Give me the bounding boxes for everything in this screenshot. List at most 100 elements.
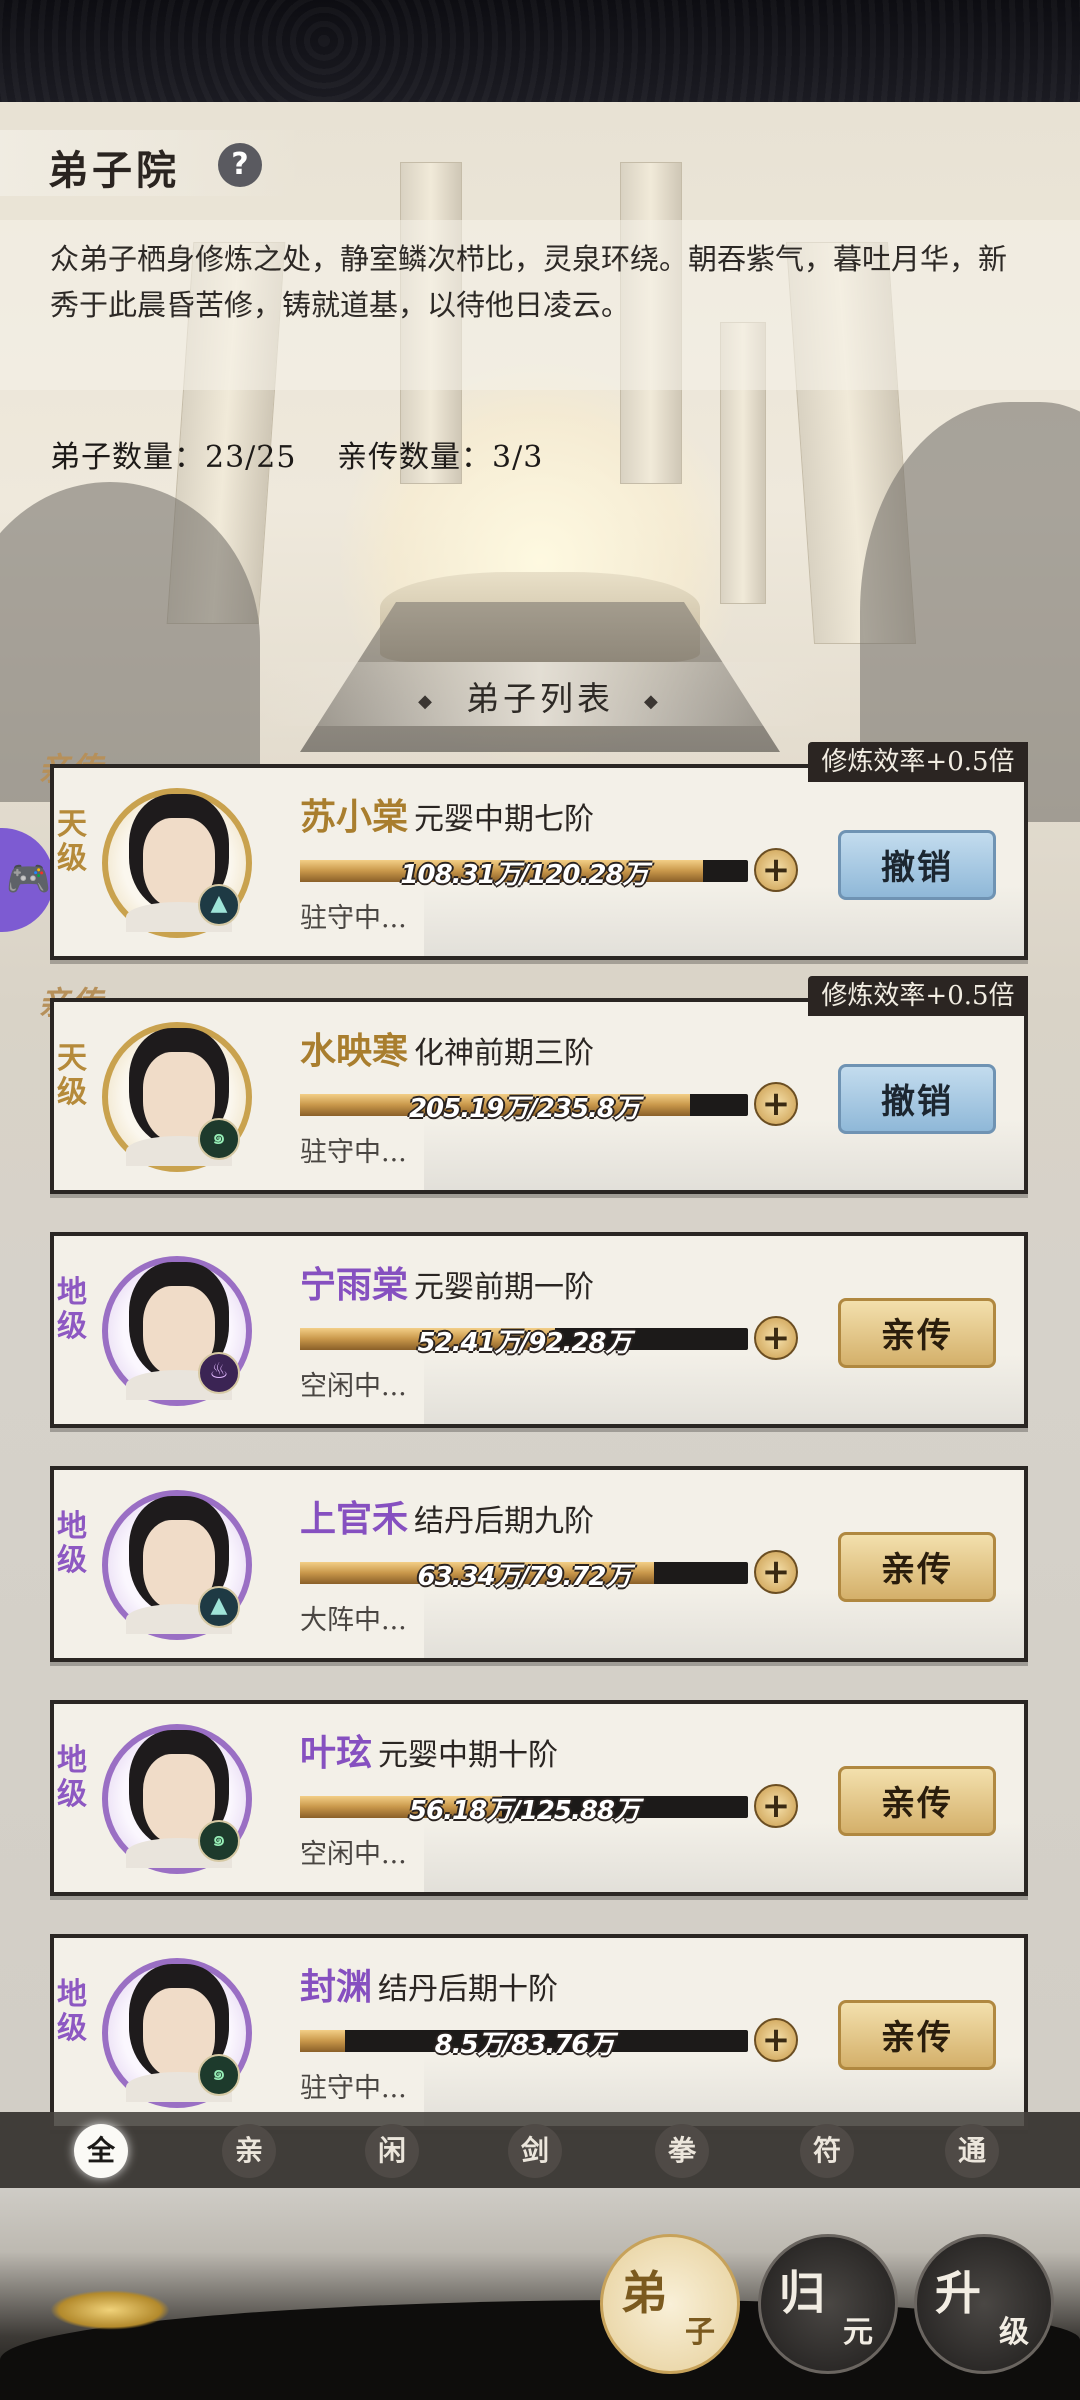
- question-icon[interactable]: ?: [218, 143, 262, 187]
- disciple-name: 封渊 结丹后期十阶: [300, 1958, 558, 2010]
- disciple-name-text: 叶玹: [300, 1732, 373, 1774]
- nav-main-char: 归: [779, 2266, 825, 2320]
- disciple-avatar[interactable]: ๑: [102, 1724, 252, 1874]
- cultivation-progress-bar: 63.34万/79.72万: [300, 1562, 748, 1592]
- cultivation-progress-bar: 52.41万/92.28万: [300, 1328, 748, 1358]
- gamepad-icon: 🎮: [6, 859, 51, 900]
- make-core-button[interactable]: 亲传: [838, 2000, 996, 2070]
- disciple-name-text: 宁雨棠: [300, 1264, 409, 1306]
- nav-main-char: 弟: [621, 2266, 667, 2320]
- disciple-avatar[interactable]: ▲: [102, 788, 252, 938]
- disciple-name-text: 上官禾: [300, 1498, 409, 1540]
- disciple-name-text: 封渊: [300, 1966, 373, 2008]
- disciple-card[interactable]: ๑ 地级 叶玹 元婴中期十阶 56.18万/125.88万 + 空闲中... 亲传: [50, 1700, 1028, 1896]
- disciple-card[interactable]: ▲ 地级 上官禾 结丹后期九阶 63.34万/79.72万 + 大阵中... 亲传: [50, 1466, 1028, 1662]
- disciple-card[interactable]: ๑ 天级 水映寒 化神前期三阶 205.19万/235.8万 + 驻守中... 撤销: [50, 998, 1028, 1194]
- make-core-button[interactable]: 亲传: [838, 1298, 996, 1368]
- progress-text: 205.19万/235.8万: [408, 1094, 640, 1124]
- disciple-status: 大阵中...: [300, 1605, 407, 1636]
- water-element-icon: ▲: [198, 884, 240, 926]
- grade-label: 天级: [57, 1041, 87, 1110]
- grade-label: 天级: [57, 807, 87, 876]
- filter-chip[interactable]: 亲: [222, 2124, 276, 2178]
- grade-label: 地级: [57, 1509, 87, 1578]
- count-summary: 弟子数量：23/25 亲传数量：3/3: [50, 432, 573, 476]
- disciple-status: 驻守中...: [300, 903, 407, 934]
- cultivation-realm: 结丹后期九阶: [414, 1504, 595, 1539]
- progress-text: 63.34万/79.72万: [417, 1562, 632, 1592]
- filter-chip[interactable]: 剑: [508, 2124, 562, 2178]
- core-disciple-count: 亲传数量：3/3: [337, 440, 544, 475]
- top-status-area: [0, 0, 1080, 102]
- cultivation-realm: 化神前期三阶: [414, 1036, 595, 1071]
- filter-chip[interactable]: 通: [945, 2124, 999, 2178]
- section-title: 弟子列表: [0, 672, 1080, 720]
- upgrade-nav-button[interactable]: 升级: [914, 2234, 1054, 2374]
- progress-text: 56.18万/125.88万: [408, 1796, 640, 1826]
- disciple-status: 驻守中...: [300, 1137, 407, 1168]
- cultivation-progress-bar: 8.5万/83.76万: [300, 2030, 748, 2060]
- disciple-avatar[interactable]: ▲: [102, 1490, 252, 1640]
- revoke-button[interactable]: 撤销: [838, 830, 996, 900]
- disciple-card[interactable]: ๑ 地级 封渊 结丹后期十阶 8.5万/83.76万 + 驻守中... 亲传: [50, 1934, 1028, 2130]
- disciple-name: 叶玹 元婴中期十阶: [300, 1724, 558, 1776]
- nav-sub-char: 子: [685, 2315, 715, 2350]
- disciple-status: 空闲中...: [300, 1371, 407, 1402]
- cultivation-realm: 元婴中期七阶: [414, 802, 595, 837]
- disciple-avatar[interactable]: ๑: [102, 1022, 252, 1172]
- disciple-name: 苏小棠 元婴中期七阶: [300, 788, 594, 840]
- fire-element-icon: ♨: [198, 1352, 240, 1394]
- golden-cloud-logo: [50, 2290, 170, 2330]
- wind-element-icon: ๑: [198, 2054, 240, 2096]
- grade-label: 地级: [57, 1275, 87, 1344]
- nav-sub-char: 级: [999, 2315, 1029, 2350]
- add-cultivation-button[interactable]: +: [754, 1784, 798, 1828]
- add-cultivation-button[interactable]: +: [754, 848, 798, 892]
- nav-main-char: 升: [935, 2266, 981, 2320]
- disciple-name-text: 苏小棠: [300, 796, 409, 838]
- revoke-button[interactable]: 撤销: [838, 1064, 996, 1134]
- disciple-avatar[interactable]: ๑: [102, 1958, 252, 2108]
- disciple-avatar[interactable]: ♨: [102, 1256, 252, 1406]
- disciple-card[interactable]: ♨ 地级 宁雨棠 元婴前期一阶 52.41万/92.28万 + 空闲中... 亲传: [50, 1232, 1028, 1428]
- filter-chip[interactable]: 拳: [655, 2124, 709, 2178]
- make-core-button[interactable]: 亲传: [838, 1766, 996, 1836]
- disciple-name: 宁雨棠 元婴前期一阶: [300, 1256, 594, 1308]
- disciple-status: 驻守中...: [300, 2073, 407, 2104]
- add-cultivation-button[interactable]: +: [754, 1550, 798, 1594]
- disciple-name: 水映寒 化神前期三阶: [300, 1022, 594, 1074]
- efficiency-bonus-badge: 修炼效率+0.5倍: [808, 742, 1028, 782]
- progress-text: 8.5万/83.76万: [434, 2030, 615, 2060]
- disciple-nav-button[interactable]: 弟子: [600, 2234, 740, 2374]
- return-origin-nav-button[interactable]: 归元: [758, 2234, 898, 2374]
- wind-element-icon: ๑: [198, 1820, 240, 1862]
- disciple-card[interactable]: ▲ 天级 苏小棠 元婴中期七阶 108.31万/120.28万 + 驻守中... 撤销: [50, 764, 1028, 960]
- cultivation-progress-bar: 108.31万/120.28万: [300, 860, 748, 890]
- cultivation-realm: 元婴中期十阶: [378, 1738, 559, 1773]
- add-cultivation-button[interactable]: +: [754, 2018, 798, 2062]
- wind-element-icon: ๑: [198, 1118, 240, 1160]
- page-title: 弟子院: [48, 147, 180, 194]
- nav-sub-char: 元: [843, 2315, 873, 2350]
- disciple-name-text: 水映寒: [300, 1030, 409, 1072]
- progress-text: 52.41万/92.28万: [417, 1328, 632, 1358]
- cultivation-realm: 元婴前期一阶: [414, 1270, 595, 1305]
- disciple-status: 空闲中...: [300, 1839, 407, 1870]
- filter-chip[interactable]: 闲: [365, 2124, 419, 2178]
- add-cultivation-button[interactable]: +: [754, 1082, 798, 1126]
- make-core-button[interactable]: 亲传: [838, 1532, 996, 1602]
- grade-label: 地级: [57, 1743, 87, 1812]
- cultivation-progress-bar: 205.19万/235.8万: [300, 1094, 748, 1124]
- progress-text: 108.31万/120.28万: [400, 860, 648, 890]
- cultivation-realm: 结丹后期十阶: [378, 1972, 559, 2007]
- water-element-icon: ▲: [198, 1586, 240, 1628]
- add-cultivation-button[interactable]: +: [754, 1316, 798, 1360]
- grade-label: 地级: [57, 1977, 87, 2046]
- disciple-name: 上官禾 结丹后期九阶: [300, 1490, 594, 1542]
- efficiency-bonus-badge: 修炼效率+0.5倍: [808, 976, 1028, 1016]
- filter-chip[interactable]: 全: [74, 2124, 128, 2178]
- disciple-count: 弟子数量：23/25: [50, 440, 297, 475]
- filter-chip[interactable]: 符: [800, 2124, 854, 2178]
- cultivation-progress-bar: 56.18万/125.88万: [300, 1796, 748, 1826]
- description-text: 众弟子栖身修炼之处，静室鳞次栉比，灵泉环绕。朝吞紫气，暮吐月华，新秀于此晨昏苦修…: [50, 242, 1008, 322]
